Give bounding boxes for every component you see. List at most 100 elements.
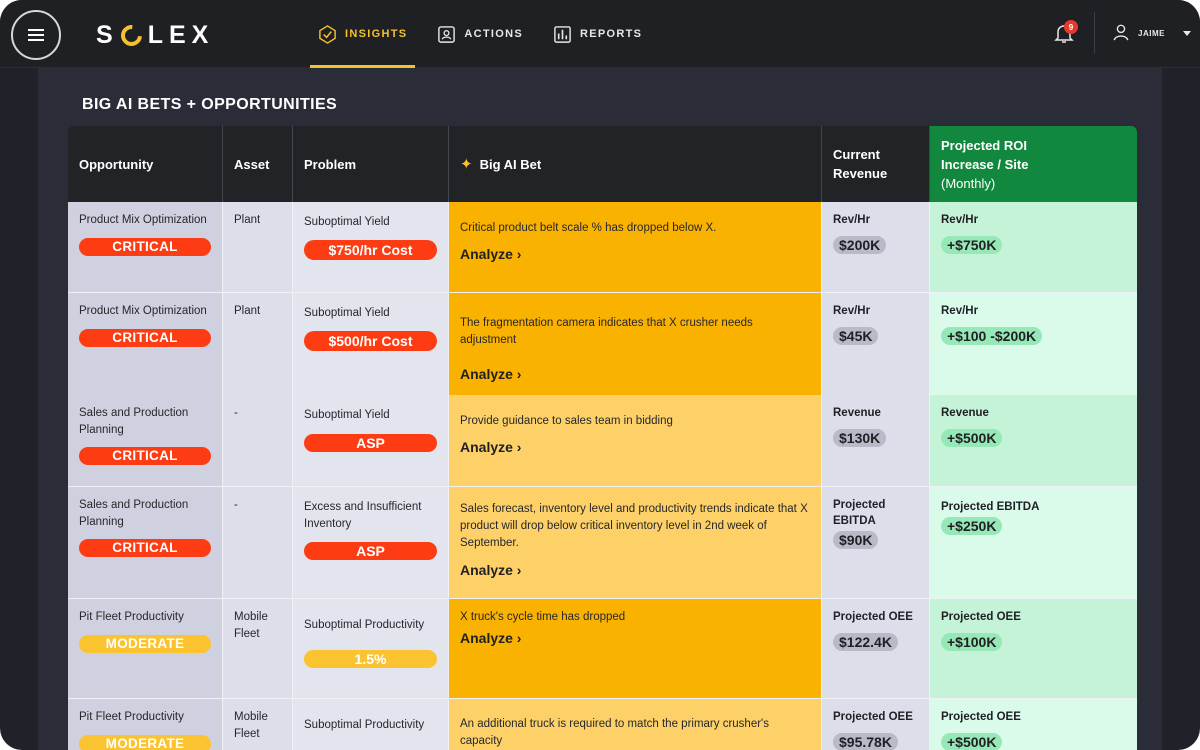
- problem-cell: Suboptimal Yield $500/hr Cost: [293, 293, 449, 395]
- analyze-link[interactable]: Analyze ›: [460, 562, 521, 579]
- analyze-link[interactable]: Analyze ›: [460, 366, 521, 383]
- projected-roi-cell: Projected OEE +$500K: [930, 699, 1137, 750]
- main-nav: INSIGHTS ACTIONS REPORTS: [310, 0, 664, 68]
- roi-value: +$500K: [941, 429, 1003, 447]
- notification-count-badge: 9: [1064, 20, 1078, 34]
- revenue-label: Projected EBITDA: [833, 499, 886, 527]
- menu-icon: [28, 29, 44, 41]
- current-revenue-cell: Projected OEE $95.78K: [822, 699, 930, 750]
- severity-badge: CRITICAL: [79, 329, 211, 347]
- cost-badge: $500/hr Cost: [304, 331, 437, 351]
- problem-text: Suboptimal Productivity: [304, 719, 425, 731]
- opportunity-cell: Product Mix Optimization CRITICAL: [68, 293, 223, 395]
- revenue-value: $130K: [833, 429, 887, 447]
- sparkle-icon: ✦: [460, 155, 473, 173]
- projected-roi-cell: Projected EBITDA +$250K: [930, 487, 1137, 598]
- table-row: Product Mix Optimization CRITICAL Plant …: [68, 293, 1137, 395]
- nav-tab-insights[interactable]: INSIGHTS: [310, 0, 416, 68]
- revenue-label: Revenue: [833, 407, 881, 419]
- opportunity-name: Sales and Production Planning: [79, 499, 189, 528]
- roi-label: Rev/Hr: [941, 305, 979, 317]
- user-name: JAIME: [1138, 28, 1165, 38]
- roi-label: Projected OEE: [941, 711, 1021, 723]
- problem-cell: Suboptimal Yield ASP: [293, 395, 449, 486]
- problem-cell: Suboptimal Productivity 1.5%: [293, 599, 449, 698]
- user-icon: [1112, 23, 1130, 43]
- nav-tab-actions[interactable]: ACTIONS: [429, 0, 531, 68]
- cost-badge: ASP: [304, 542, 437, 560]
- cost-badge: ASP: [304, 434, 437, 452]
- problem-cell: Suboptimal Yield $750/hr Cost: [293, 202, 449, 292]
- big-ai-bet-cell: Sales forecast, inventory level and prod…: [449, 487, 822, 598]
- top-navigation-bar: S LEX INSIGHTS ACTIONS REPORTS 9 JAIME: [0, 0, 1200, 68]
- opportunity-cell: Pit Fleet Productivity MODERATE: [68, 699, 223, 750]
- opportunity-name: Sales and Production Planning: [79, 407, 189, 436]
- severity-badge: MODERATE: [79, 635, 211, 653]
- logo-letter-s: S: [96, 20, 119, 49]
- roi-value: +$100K: [941, 633, 1003, 651]
- projected-roi-line-3: (Monthly): [941, 175, 996, 191]
- projected-roi-line-1: Projected ROI: [941, 137, 1027, 153]
- progress-badge: 1.5%: [304, 650, 437, 668]
- column-header-big-ai-bet: ✦ Big AI Bet: [449, 126, 822, 202]
- table-row: Pit Fleet Productivity MODERATE Mobile F…: [68, 599, 1137, 699]
- app-window: S LEX INSIGHTS ACTIONS REPORTS 9 JAIME B…: [0, 0, 1200, 750]
- big-ai-bet-text: X truck's cycle time has dropped: [460, 611, 626, 623]
- roi-value: +$750K: [941, 236, 1003, 254]
- table-header: Opportunity Asset Problem ✦ Big AI Bet C…: [68, 126, 1137, 202]
- analyze-link[interactable]: Analyze ›: [460, 246, 521, 263]
- column-header-projected-roi: Projected ROI Increase / Site (Monthly): [930, 126, 1137, 202]
- opportunity-name: Pit Fleet Productivity: [79, 711, 184, 723]
- hamburger-menu-button[interactable]: [11, 10, 61, 60]
- table-row: Pit Fleet Productivity MODERATE Mobile F…: [68, 699, 1137, 750]
- table-row: Sales and Production Planning CRITICAL -…: [68, 487, 1137, 599]
- logo-ring-icon: [116, 20, 146, 50]
- current-revenue-cell: Projected EBITDA $90K: [822, 487, 930, 598]
- current-revenue-line-1: Current: [833, 147, 880, 162]
- nav-tab-reports[interactable]: REPORTS: [545, 0, 650, 68]
- big-ai-bet-text: An additional truck is required to match…: [460, 718, 769, 747]
- revenue-value: $122.4K: [833, 633, 898, 651]
- user-card-icon: [437, 25, 456, 44]
- problem-text: Suboptimal Yield: [304, 307, 390, 319]
- asset-cell: Plant: [223, 293, 293, 395]
- current-revenue-cell: Revenue $130K: [822, 395, 930, 486]
- bar-chart-icon: [553, 25, 572, 44]
- big-ai-bet-cell: An additional truck is required to match…: [449, 699, 822, 750]
- big-ai-bet-text: Provide guidance to sales team in biddin…: [460, 415, 673, 427]
- analyze-link[interactable]: Analyze ›: [460, 630, 521, 647]
- opportunity-cell: Product Mix Optimization CRITICAL: [68, 202, 223, 292]
- column-header-asset: Asset: [223, 126, 293, 202]
- big-ai-bet-text: The fragmentation camera indicates that …: [460, 317, 753, 346]
- opportunity-cell: Pit Fleet Productivity MODERATE: [68, 599, 223, 698]
- nav-tab-actions-label: ACTIONS: [464, 28, 523, 40]
- asset-cell: -: [223, 487, 293, 598]
- severity-badge: CRITICAL: [79, 447, 211, 465]
- revenue-value: $90K: [833, 531, 879, 549]
- roi-label: Projected OEE: [941, 611, 1021, 623]
- user-menu[interactable]: JAIME: [1112, 21, 1191, 45]
- cost-badge: $750/hr Cost: [304, 240, 437, 260]
- opportunity-name: Pit Fleet Productivity: [79, 611, 184, 623]
- table-row: Product Mix Optimization CRITICAL Plant …: [68, 202, 1137, 293]
- asset-cell: -: [223, 395, 293, 486]
- header-divider: [1094, 12, 1095, 54]
- nav-tab-reports-label: REPORTS: [579, 28, 643, 40]
- revenue-label: Rev/Hr: [833, 214, 871, 226]
- revenue-value: $200K: [833, 236, 887, 254]
- big-ai-bet-text: Sales forecast, inventory level and prod…: [460, 503, 808, 549]
- opportunities-table: Opportunity Asset Problem ✦ Big AI Bet C…: [68, 126, 1137, 750]
- current-revenue-cell: Rev/Hr $45K: [822, 293, 930, 395]
- asset-cell: Mobile Fleet: [223, 699, 293, 750]
- column-header-problem: Problem: [293, 126, 449, 202]
- problem-cell: Excess and Insufficient Inventory ASP: [293, 487, 449, 598]
- current-revenue-line-2: Revenue: [833, 166, 888, 181]
- asset-cell: Mobile Fleet: [223, 599, 293, 698]
- page-title: BIG AI BETS + OPPORTUNITIES: [82, 96, 338, 113]
- problem-text: Suboptimal Yield: [304, 409, 390, 421]
- analyze-link[interactable]: Analyze ›: [460, 439, 521, 456]
- logo-letters: LEX: [147, 20, 215, 49]
- big-ai-bet-cell: The fragmentation camera indicates that …: [449, 293, 822, 395]
- solex-logo: S LEX: [96, 20, 214, 50]
- severity-badge: MODERATE: [79, 735, 211, 750]
